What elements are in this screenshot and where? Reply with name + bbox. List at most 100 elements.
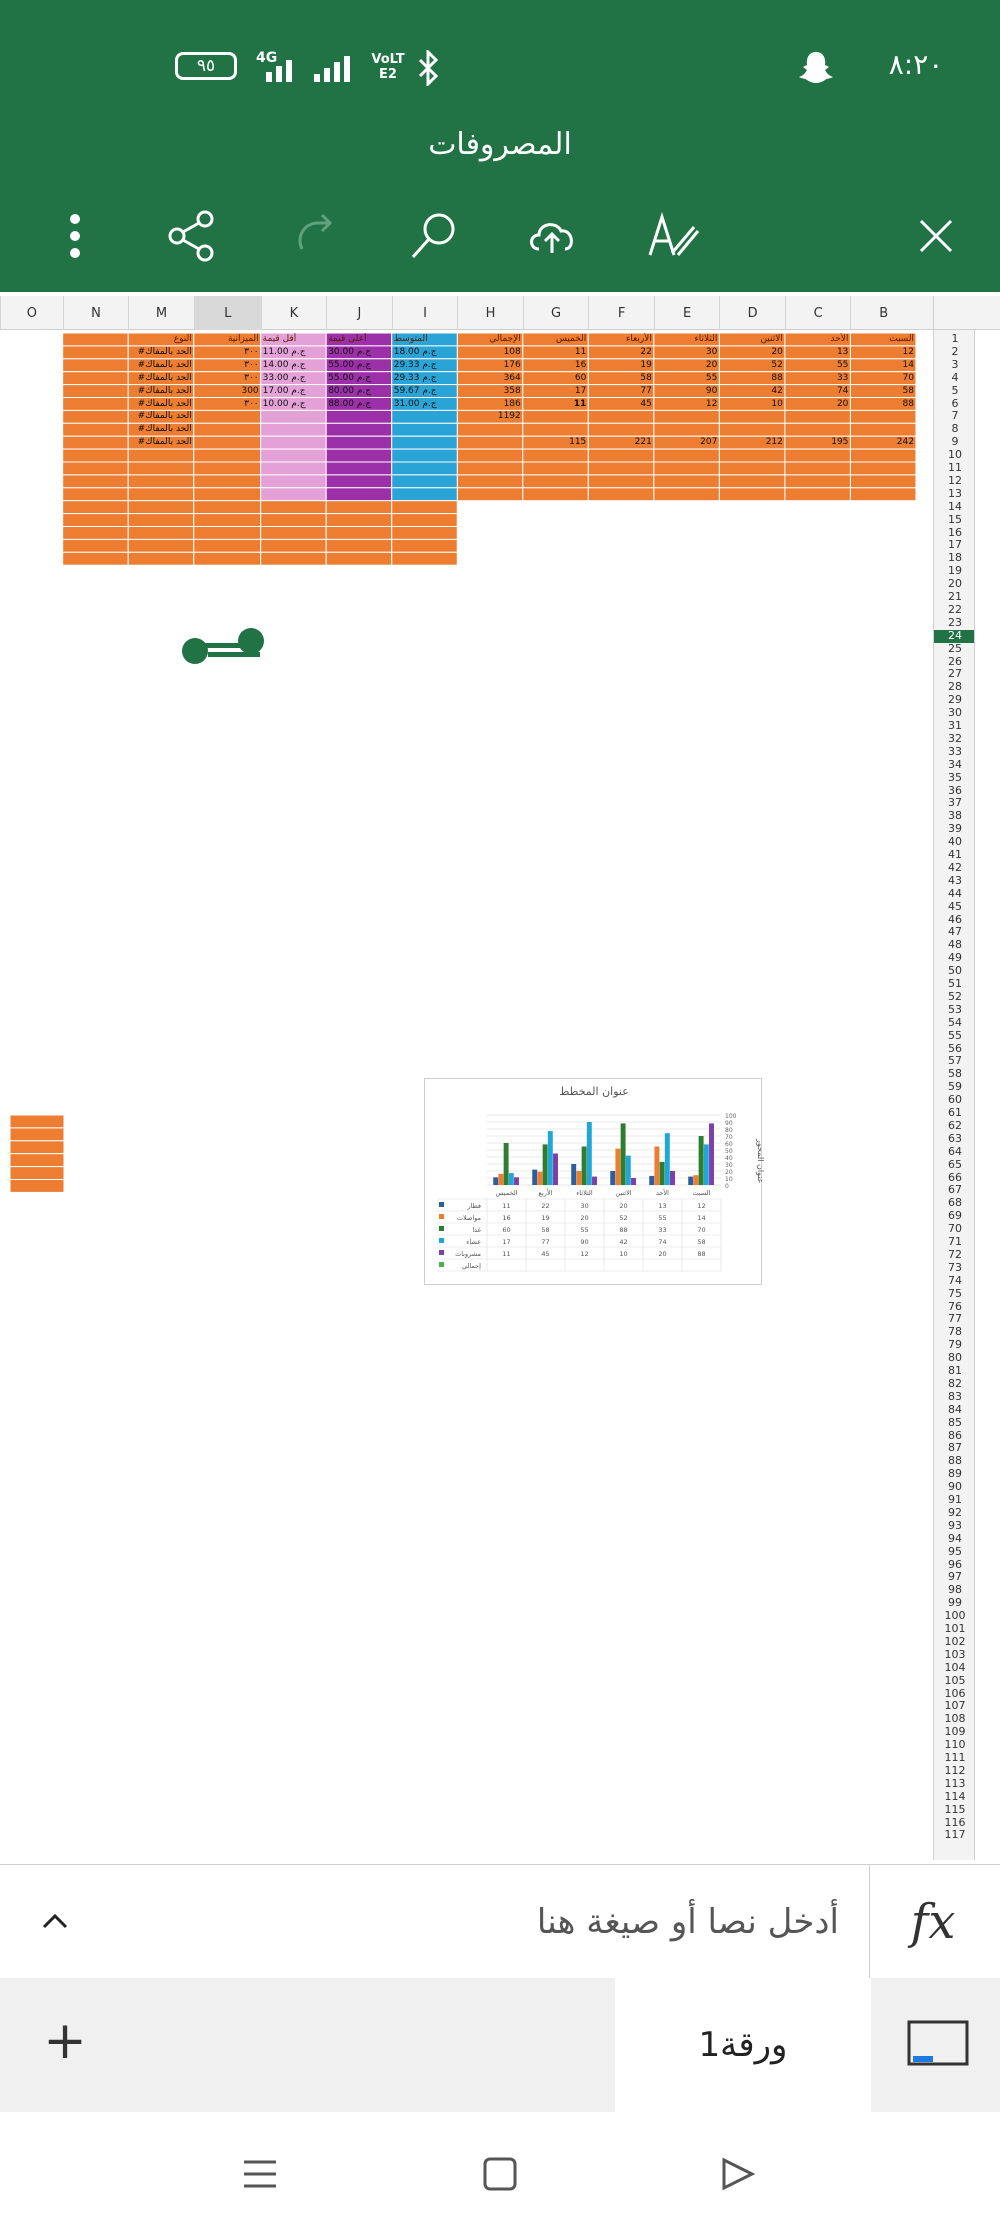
row-header[interactable]: 114 [934,1790,974,1804]
row-header[interactable]: 2 [934,345,974,359]
row-header[interactable]: 64 [934,1145,974,1159]
cell[interactable]: ٣٠٠ [194,372,261,384]
sheet-view-button[interactable] [875,1978,1000,2112]
row-header[interactable]: 63 [934,1132,974,1146]
cell[interactable]: 13 [785,346,851,358]
row-header[interactable]: 3 [934,358,974,372]
row-header[interactable]: 15 [934,513,974,527]
cell[interactable]: #الحد بالمفاك [128,423,194,435]
cell[interactable]: 58 [850,385,916,397]
cell[interactable]: ٣٠٠ [194,346,261,358]
row-header[interactable]: 112 [934,1764,974,1778]
cell[interactable]: ج.م 11.00 [261,346,327,358]
row-header[interactable]: 72 [934,1248,974,1262]
cell[interactable]: الإجمالي [457,333,523,345]
cell[interactable]: 176 [457,359,523,371]
cell[interactable]: أعلى قيمة [326,333,392,345]
row-header[interactable]: 14 [934,500,974,514]
cell[interactable]: 77 [588,385,654,397]
cell[interactable]: #الحد بالمفاك [128,372,194,384]
row-header[interactable]: 92 [934,1506,974,1520]
row-header[interactable]: 21 [934,590,974,604]
row-header[interactable]: 24 [934,629,974,643]
cell[interactable]: 16 [523,359,589,371]
cell[interactable]: ج.م 14.00 [261,359,327,371]
row-header[interactable]: 11 [934,461,974,475]
column-header-J[interactable]: J [326,296,392,330]
sheet-tab[interactable]: ورقة1 [615,1978,871,2112]
share-icon[interactable] [160,204,224,268]
cell[interactable]: الأحد [785,333,851,345]
row-header[interactable]: 65 [934,1158,974,1172]
column-header-L[interactable]: L [193,296,261,330]
row-header[interactable]: 45 [934,900,974,914]
slider-handle[interactable] [178,628,278,668]
row-header[interactable]: 75 [934,1287,974,1301]
cell[interactable]: 212 [719,436,785,448]
cell[interactable]: 12 [850,346,916,358]
cell[interactable]: أقل قيمة [261,333,327,345]
cell[interactable]: 11 [523,398,589,410]
cell[interactable]: ج.م 59.67 [392,385,458,397]
row-header[interactable]: 53 [934,1003,974,1017]
cell[interactable]: 19 [588,359,654,371]
row-header[interactable]: 93 [934,1519,974,1533]
cell[interactable]: 115 [523,436,589,448]
more-icon[interactable] [43,204,107,268]
row-header[interactable]: 13 [934,487,974,501]
row-header[interactable]: 91 [934,1493,974,1507]
cell[interactable]: ٣٠٠ [194,398,261,410]
cell[interactable]: 33 [785,372,851,384]
row-header[interactable]: 81 [934,1364,974,1378]
chart[interactable]: عنوان المخطط عنوان المحور 100 90 80 70 60 50 4… [424,1078,765,1285]
cell[interactable]: 58 [588,372,654,384]
row-header[interactable]: 71 [934,1235,974,1249]
row-header[interactable]: 101 [934,1622,974,1636]
row-header[interactable]: 42 [934,861,974,875]
row-header[interactable]: 33 [934,745,974,759]
cell[interactable]: الاثنين [719,333,785,345]
row-header[interactable]: 51 [934,977,974,991]
back-icon[interactable] [718,2156,758,2192]
row-header[interactable]: 35 [934,771,974,785]
row-header[interactable]: 117 [934,1828,974,1842]
row-header[interactable]: 102 [934,1635,974,1649]
cell[interactable]: ج.م 80.00 [326,385,392,397]
row-header[interactable]: 94 [934,1532,974,1546]
row-header[interactable]: 1 [934,332,974,346]
row-header[interactable]: 41 [934,848,974,862]
column-header-K[interactable]: K [260,296,327,330]
cloud-upload-icon[interactable] [520,204,584,268]
row-header[interactable]: 95 [934,1545,974,1559]
cell[interactable]: 74 [785,385,851,397]
row-header[interactable]: 84 [934,1403,974,1417]
cell[interactable]: المتوسط [392,333,458,345]
cell[interactable]: 52 [719,359,785,371]
row-header[interactable]: 54 [934,1016,974,1030]
column-header-G[interactable]: G [522,296,589,330]
search-icon[interactable] [402,204,466,268]
column-header-H[interactable]: H [457,296,523,330]
cell[interactable]: 22 [588,346,654,358]
cell[interactable]: ج.م 55.00 [326,359,392,371]
draw-icon[interactable] [641,204,705,268]
column-header-O[interactable]: O [0,296,63,330]
row-header[interactable]: 104 [934,1661,974,1675]
cell[interactable]: الثلاثاء [654,333,720,345]
cell[interactable]: 221 [588,436,654,448]
column-header-E[interactable]: E [653,296,720,330]
cell[interactable]: السبت [850,333,916,345]
cell[interactable]: 30 [654,346,720,358]
expand-formula-button[interactable] [20,1891,90,1951]
row-header[interactable]: 105 [934,1674,974,1688]
column-header-F[interactable]: F [588,296,654,330]
cell[interactable]: 20 [719,346,785,358]
menu-icon[interactable] [240,2156,280,2192]
cell[interactable]: 88 [719,372,785,384]
row-header[interactable]: 22 [934,603,974,617]
row-header[interactable]: 103 [934,1648,974,1662]
add-sheet-button[interactable]: + [30,2006,100,2076]
column-header-I[interactable]: I [391,296,458,330]
cell[interactable]: 90 [654,385,720,397]
row-header[interactable]: 62 [934,1119,974,1133]
